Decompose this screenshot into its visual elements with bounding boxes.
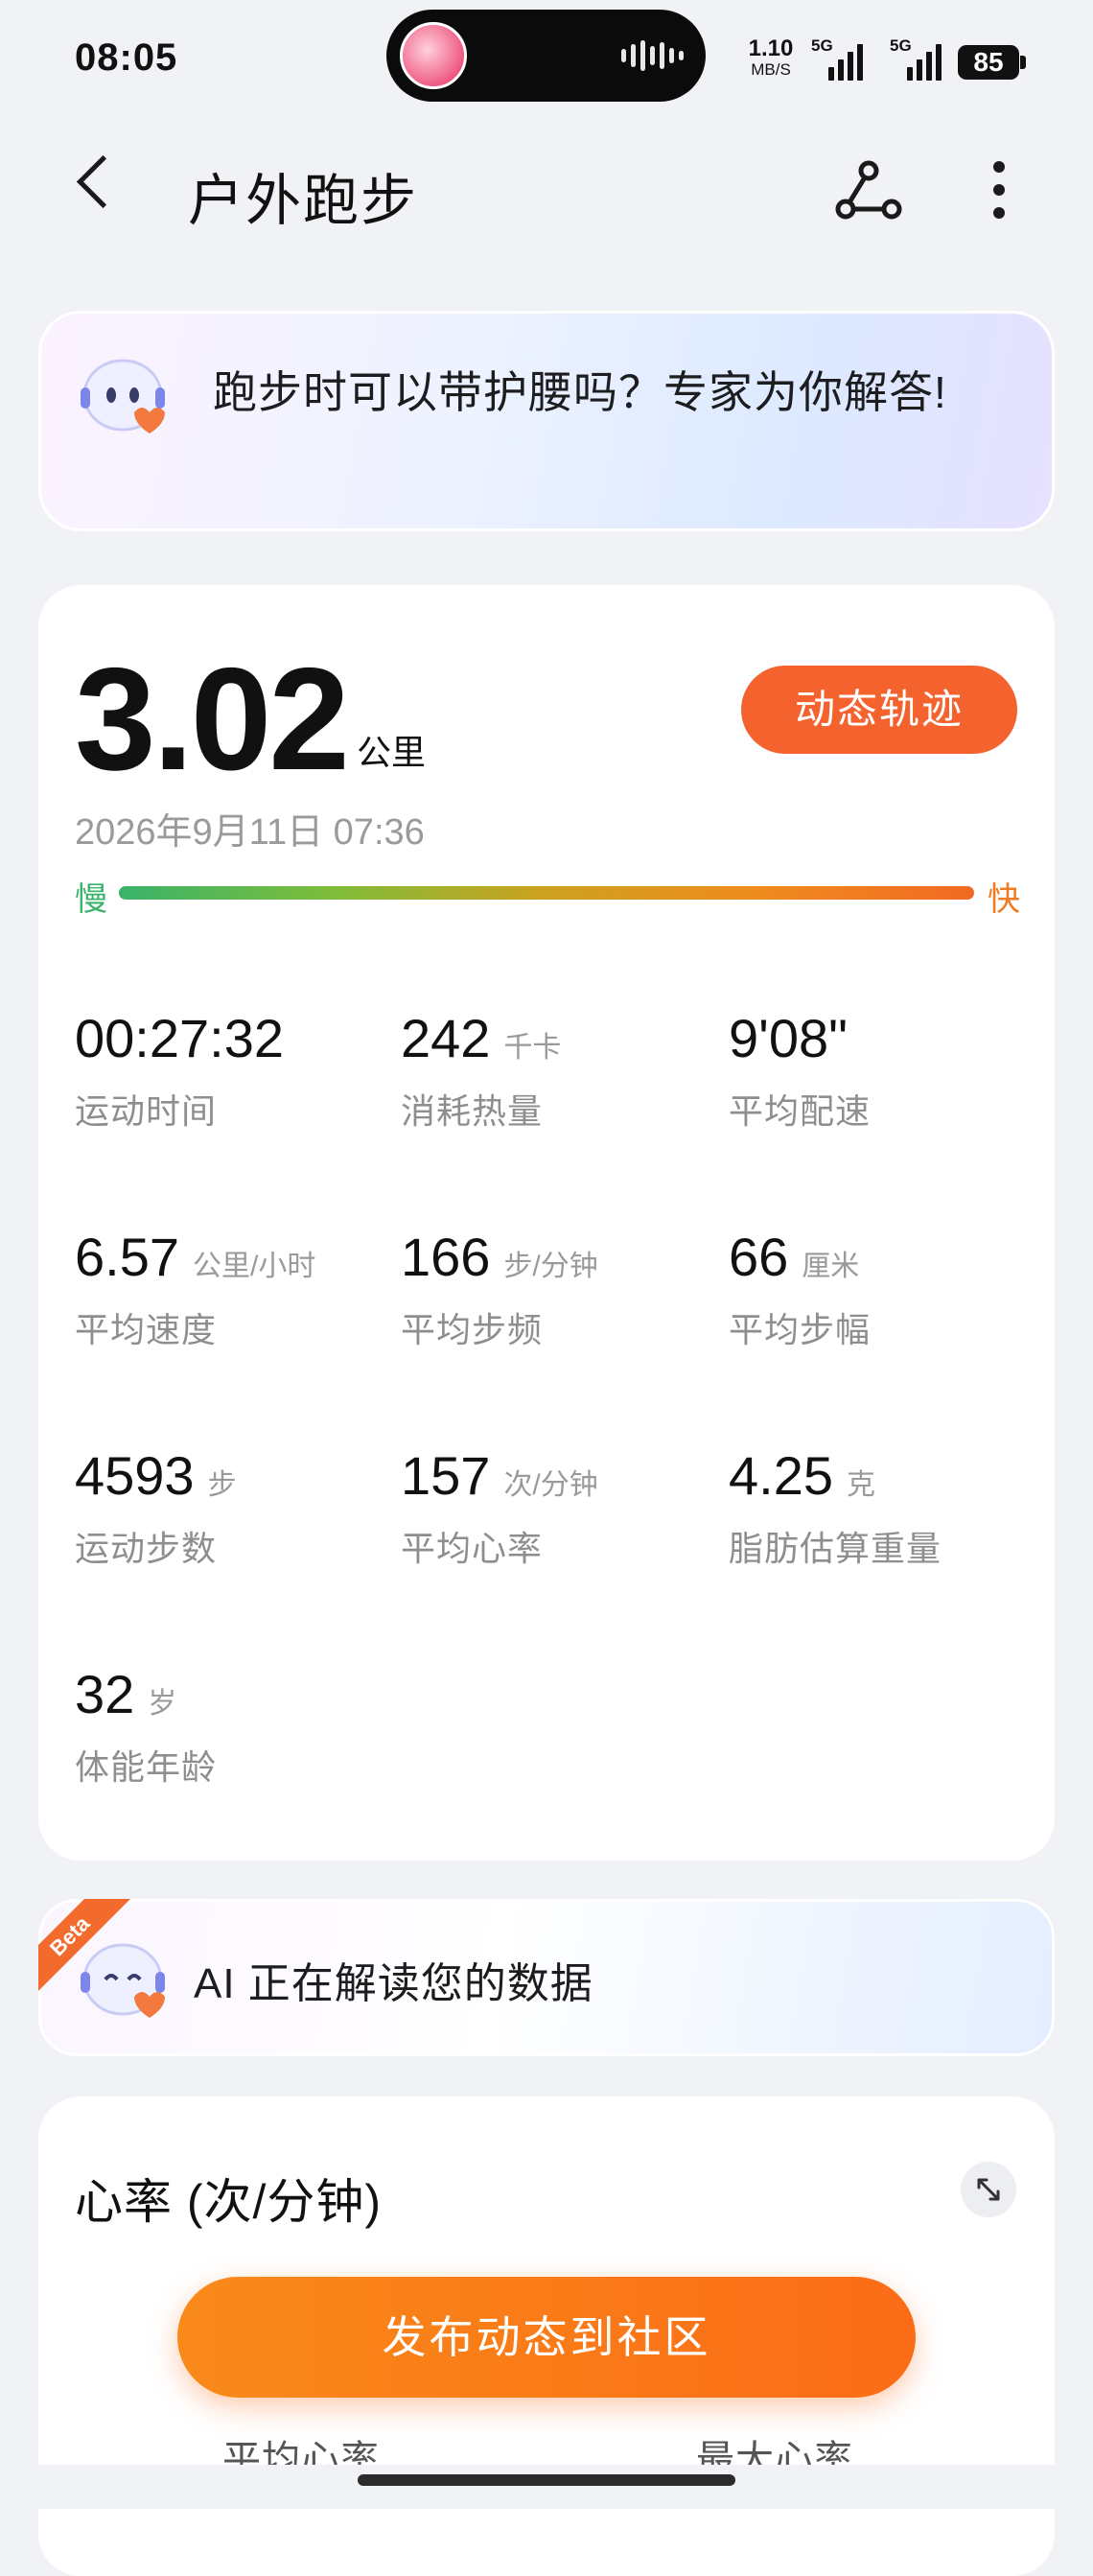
metric-value: 9'08" [729,1008,849,1068]
distance-value: 3.02 [75,638,350,801]
home-indicator[interactable] [358,2474,735,2486]
metric-label: 平均配速 [729,1091,872,1131]
metric-duration: 00:27:32 运动时间 [75,1005,391,1134]
metric-value: 32 [75,1664,135,1724]
metric-label: 平均速度 [75,1310,218,1349]
metric-unit: 千卡 [503,1032,562,1064]
metric-value: 6.57 [75,1227,179,1287]
metric-value: 157 [401,1445,491,1506]
metric-unit: 克 [847,1469,875,1501]
metric-value: 242 [401,1008,491,1068]
expand-icon[interactable] [961,2162,1016,2217]
metric-calories: 242 千卡 消耗热量 [401,1005,717,1134]
metric-label: 平均步幅 [729,1310,872,1349]
audio-wave-icon [621,38,684,73]
metric-unit: 步/分钟 [503,1251,598,1282]
pace-slow-label: 慢 [75,881,107,918]
assistant-robot-icon [81,1943,165,2018]
banner-text[interactable]: 跑步时可以带护腰吗？专家为你解答! [213,364,999,420]
publish-to-community-button[interactable]: 发布动态到社区 [177,2277,916,2398]
metric-label: 脂肪估算重量 [729,1529,942,1568]
network-speed-value: 1.10 [748,35,794,61]
dynamic-track-button[interactable]: 动态轨迹 [741,666,1017,754]
assistant-robot-icon [81,359,165,433]
metric-cadence: 166 步/分钟 平均步频 [401,1224,717,1352]
more-vertical-icon[interactable] [980,155,1018,224]
bottom-safe-area [0,2465,1093,2509]
metric-label: 平均心率 [401,1529,544,1568]
metric-label: 运动时间 [75,1091,218,1131]
metric-fat-burned: 4.25 克 脂肪估算重量 [729,1442,1045,1571]
signal-1-icon: 5G [811,36,874,81]
distance-unit: 公里 [357,733,427,772]
metric-unit: 次/分钟 [503,1469,598,1501]
workout-datetime: 2026年9月11日 07:36 [75,812,425,853]
pace-gradient-bar [119,886,974,900]
expert-banner[interactable] [38,311,1055,531]
metric-label: 体能年龄 [75,1747,218,1787]
metric-label: 消耗热量 [401,1091,544,1131]
metric-unit: 公里/小时 [193,1251,316,1282]
metric-stride: 66 厘米 平均步幅 [729,1224,1045,1352]
ai-interpretation-text[interactable]: AI 正在解读您的数据 [194,1949,593,2010]
pace-fast-label: 快 [988,881,1020,918]
chevron-left-icon[interactable] [76,154,130,209]
metric-unit: 岁 [148,1688,177,1720]
music-cover-icon[interactable] [400,22,467,89]
network-speed: 1.10 MB/S [742,35,800,81]
route-share-icon[interactable] [834,155,903,224]
battery-tip [1020,56,1026,69]
metric-value: 00:27:32 [75,1008,284,1068]
page-title: 户外跑步 [188,170,419,232]
signal-2-icon: 5G [890,36,953,81]
metric-avg-pace: 9'08" 平均配速 [729,1005,1045,1134]
metric-unit: 厘米 [802,1251,860,1282]
metric-avg-speed: 6.57 公里/小时 平均速度 [75,1224,391,1352]
battery-icon: 85 [958,45,1019,80]
metric-value: 4593 [75,1445,195,1506]
metric-value: 4.25 [729,1445,833,1506]
network-speed-unit: MB/S [751,60,791,79]
status-time: 08:05 [75,36,178,79]
metric-value: 66 [729,1227,789,1287]
metric-steps: 4593 步 运动步数 [75,1442,391,1571]
metric-label: 运动步数 [75,1529,218,1568]
metric-fitness-age: 32 岁 体能年龄 [75,1661,391,1790]
heart-rate-title: 心率 (次/分钟) [75,2175,383,2229]
metric-value: 166 [401,1227,491,1287]
metric-label: 平均步频 [401,1310,544,1349]
metric-unit: 步 [207,1469,237,1501]
metric-avg-heart-rate: 157 次/分钟 平均心率 [401,1442,717,1571]
